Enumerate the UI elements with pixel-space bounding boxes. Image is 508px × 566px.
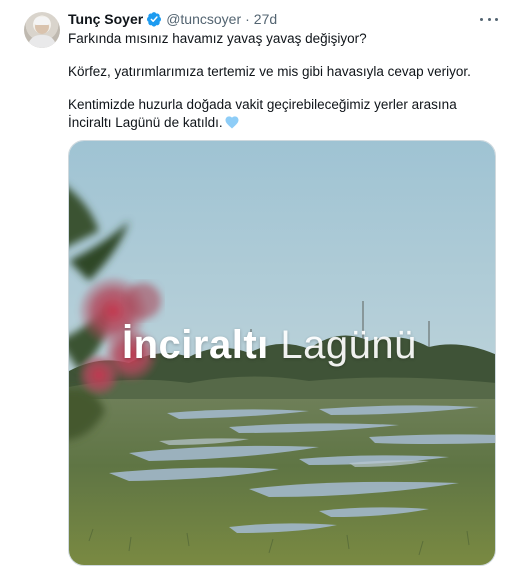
- media-title-bold: İnciraltı: [122, 323, 269, 367]
- author-avatar[interactable]: [24, 12, 60, 48]
- tweet-media-video[interactable]: İnciraltı Lagünü: [68, 140, 496, 566]
- media-title-light: Lagünü: [280, 323, 417, 367]
- tweet[interactable]: Tunç Soyer @tuncsoyer · 27d Farkında mıs…: [0, 0, 508, 566]
- tweet-timestamp[interactable]: 27d: [254, 11, 277, 27]
- tweet-paragraph-2: Körfez, yatırımlarımıza tertemiz ve mis …: [68, 64, 471, 79]
- tweet-paragraph-1: Farkında mısınız havamız yavaş yavaş değ…: [68, 31, 367, 46]
- tweet-header: Tunç Soyer @tuncsoyer · 27d: [68, 10, 277, 28]
- avatar-body-shape: [28, 35, 56, 48]
- media-overlay-title: İnciraltı Lagünü: [122, 323, 417, 368]
- tweet-paragraph-3: Kentimizde huzurla doğada vakit geçirebi…: [68, 96, 498, 132]
- more-dot: [495, 17, 498, 21]
- verified-badge-icon[interactable]: [146, 11, 162, 27]
- header-separator: ·: [245, 11, 250, 27]
- tweet-paragraph-3-text: Kentimizde huzurla doğada vakit geçirebi…: [68, 97, 457, 130]
- more-dots-icon[interactable]: [480, 12, 498, 26]
- author-name[interactable]: Tunç Soyer: [68, 11, 143, 27]
- more-dot: [480, 17, 483, 21]
- more-dot: [487, 17, 491, 21]
- avatar-hair-shape: [34, 17, 50, 25]
- blue-heart-icon: [225, 116, 239, 129]
- author-handle[interactable]: @tuncsoyer: [166, 11, 241, 27]
